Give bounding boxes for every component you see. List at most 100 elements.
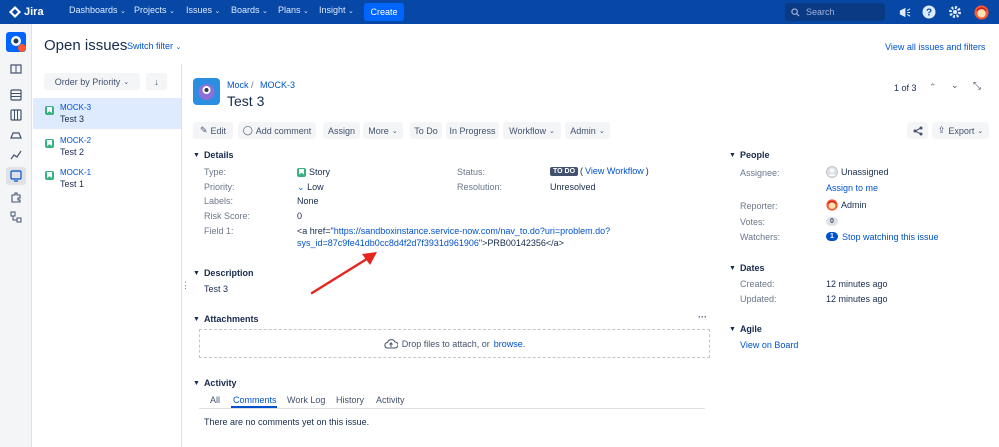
list-item[interactable]: MOCK-3 Test 3	[33, 98, 181, 129]
order-by-button[interactable]: Order by Priority ⌄	[44, 73, 140, 90]
search-input[interactable]: Search	[785, 3, 885, 21]
book-icon[interactable]	[8, 61, 24, 77]
avatar[interactable]	[973, 4, 989, 20]
edit-button[interactable]: ✎ Edit	[193, 122, 233, 139]
jira-logo-text: Jira	[24, 6, 44, 18]
chevron-down-icon: ⌄	[348, 8, 354, 15]
type-value: Story	[297, 167, 330, 177]
comment-icon: ◯	[242, 125, 253, 135]
sort-direction-button[interactable]: ↓	[146, 73, 167, 90]
releases-icon[interactable]	[8, 127, 24, 143]
nav-projects[interactable]: Projects ⌄	[134, 5, 175, 15]
tab-activity[interactable]: Activity	[376, 395, 405, 405]
more-button[interactable]: More ⌄	[363, 122, 403, 139]
created-value: 12 minutes ago	[826, 279, 888, 289]
megaphone-icon[interactable]	[896, 4, 912, 20]
tab-work-log[interactable]: Work Log	[287, 395, 325, 405]
people-section-toggle[interactable]: ▼ People	[729, 150, 769, 160]
reporter-value: Admin	[826, 199, 867, 211]
list-item[interactable]: MOCK-1 Test 1	[33, 163, 181, 194]
watchers-badge[interactable]: 1	[826, 232, 838, 241]
browse-link[interactable]: browse.	[494, 339, 526, 349]
tab-history[interactable]: History	[336, 395, 364, 405]
nav-boards[interactable]: Boards ⌄	[231, 5, 268, 15]
switch-filter-button[interactable]: Switch filter ⌄	[127, 41, 181, 51]
field1-url-link[interactable]: https://sandboxinstance.service-now.com/…	[334, 226, 610, 236]
attachment-dropzone[interactable]: Drop files to attach, or browse.	[199, 329, 710, 358]
stop-watching-link[interactable]: Stop watching this issue	[842, 232, 939, 242]
chevron-up-icon[interactable]: ⌃	[929, 82, 937, 93]
chevron-down-icon: ⌄	[548, 127, 555, 135]
votes-badge[interactable]: 0	[826, 217, 838, 226]
more-label: More	[368, 125, 389, 136]
assign-to-me-link[interactable]: Assign to me	[826, 183, 878, 193]
reporter-label: Reporter:	[740, 201, 778, 211]
workflow-button[interactable]: Workflow ⌄	[503, 122, 561, 139]
reporter-text: Admin	[841, 200, 867, 210]
export-button[interactable]: ⇪ Export ⌄	[932, 122, 989, 139]
create-button[interactable]: Create	[364, 3, 404, 21]
created-label: Created:	[740, 279, 775, 289]
in-progress-button[interactable]: In Progress	[446, 122, 499, 139]
issues-icon[interactable]	[6, 167, 26, 185]
nav-dashboards[interactable]: Dashboards ⌄	[69, 5, 126, 15]
details-section-toggle[interactable]: ▼ Details	[193, 150, 233, 160]
admin-button[interactable]: Admin ⌄	[565, 122, 610, 139]
type-text: Story	[309, 167, 331, 177]
description-section-toggle[interactable]: ▼ Description	[193, 268, 253, 278]
resize-handle[interactable]: ⋮	[181, 280, 190, 291]
jira-logo[interactable]: Jira	[9, 4, 44, 20]
share-button[interactable]	[907, 122, 928, 139]
backlog-icon[interactable]	[8, 87, 24, 103]
story-icon	[45, 106, 54, 115]
status-label: Status:	[457, 167, 486, 177]
order-by-label: Order by Priority	[54, 76, 121, 87]
tab-all[interactable]: All	[210, 395, 220, 405]
chevron-down-icon[interactable]: ⌄	[951, 80, 959, 91]
agile-section-toggle[interactable]: ▼ Agile	[729, 324, 762, 334]
help-icon[interactable]: ?	[921, 4, 937, 20]
assign-button[interactable]: Assign	[323, 122, 360, 139]
list-item[interactable]: MOCK-2 Test 2	[33, 131, 181, 162]
nav-plans[interactable]: Plans ⌄	[278, 5, 309, 15]
add-comment-button[interactable]: ◯ Add comment	[238, 122, 316, 139]
search-placeholder: Search	[806, 7, 835, 17]
attachments-more-button[interactable]: ···	[698, 312, 707, 322]
components-icon[interactable]	[8, 209, 24, 225]
tab-comments[interactable]: Comments	[233, 395, 277, 405]
collapse-icon[interactable]: ⤡	[973, 81, 981, 92]
cloud-upload-icon	[384, 339, 398, 349]
activity-section-toggle[interactable]: ▼ Activity	[193, 378, 236, 388]
project-avatar	[193, 78, 220, 105]
tabs-divider	[199, 408, 705, 409]
breadcrumb-issue-key[interactable]: MOCK-3	[260, 80, 295, 90]
story-icon	[45, 139, 54, 148]
project-avatar[interactable]	[6, 32, 26, 52]
nav-insight[interactable]: Insight ⌄	[319, 5, 354, 15]
workflow-label: Workflow	[509, 125, 546, 136]
gear-icon[interactable]	[947, 4, 963, 20]
dates-section-toggle[interactable]: ▼ Dates	[729, 263, 764, 273]
view-all-link[interactable]: View all issues and filters	[885, 42, 985, 52]
unassigned-avatar-icon	[826, 166, 838, 178]
view-on-board-link[interactable]: View on Board	[740, 340, 798, 350]
puzzle-icon[interactable]	[8, 189, 24, 205]
board-icon[interactable]	[8, 107, 24, 123]
attachments-section-toggle[interactable]: ▼ Attachments	[193, 314, 258, 324]
export-label: Export	[948, 125, 975, 136]
status-badge: TO DO	[550, 166, 579, 176]
issue-key: MOCK-1	[60, 168, 92, 177]
breadcrumb-project[interactable]: Mock	[227, 80, 249, 90]
to-do-button[interactable]: To Do	[410, 122, 442, 139]
view-workflow-link[interactable]: View Workflow	[585, 166, 644, 176]
resolution-label: Resolution:	[457, 182, 503, 192]
avatar	[826, 199, 838, 211]
chevron-down-icon: ▼	[193, 269, 200, 277]
votes-label: Votes:	[740, 217, 766, 227]
nav-issues[interactable]: Issues ⌄	[186, 5, 220, 15]
nav-insight-label: Insight	[319, 5, 346, 15]
status-value: TO DO (View Workflow)	[550, 166, 649, 176]
agile-heading: Agile	[739, 324, 762, 334]
top-navigation: Jira Dashboards ⌄ Projects ⌄ Issues ⌄ Bo…	[0, 0, 999, 24]
reports-icon[interactable]	[8, 147, 24, 163]
